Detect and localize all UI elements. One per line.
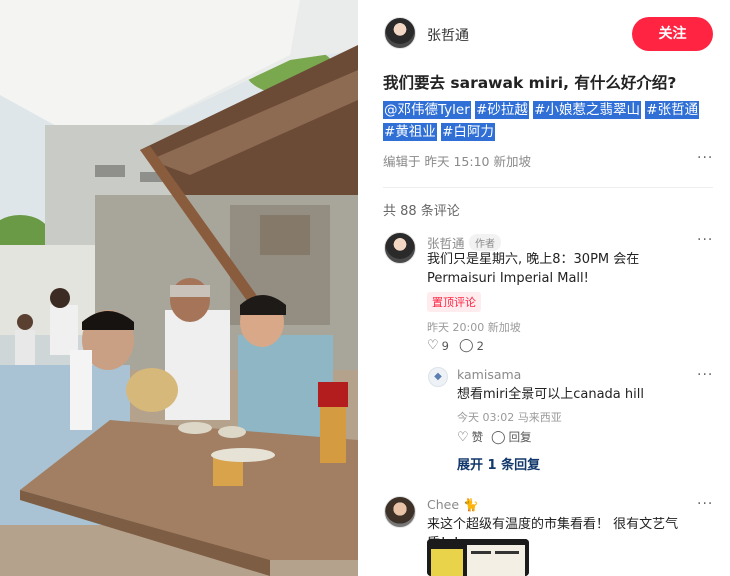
- pinned-badge: 置顶评论: [427, 292, 481, 312]
- reply-button[interactable]: ◯ 2: [459, 338, 484, 353]
- author-badge: 作者: [469, 234, 501, 251]
- tag-mention-tyler[interactable]: @邓伟德Tyler: [383, 101, 471, 119]
- reply-text: 想看miri全景可以上canada hill: [457, 387, 644, 402]
- comment-more-icon[interactable]: ···: [697, 496, 713, 512]
- post-photo[interactable]: [0, 0, 358, 576]
- diamond-avatar-icon[interactable]: ◆: [428, 367, 448, 387]
- post-header: 张哲通 关注: [358, 0, 730, 66]
- comment-text: 我们只是星期六, 晚上8：30PM 会在 Permaisuri Imperial…: [427, 252, 640, 286]
- comment-avatar[interactable]: [384, 232, 416, 264]
- reply-count: 2: [476, 338, 484, 353]
- comment-bubble-icon: ◯: [459, 338, 474, 353]
- reply-time: 今天 03:02 马来西亚: [457, 411, 562, 424]
- divider: [383, 187, 713, 188]
- heart-icon: ♡: [427, 338, 439, 353]
- reply-reply-label: 回复: [508, 430, 532, 444]
- comment-author-name[interactable]: Chee 🐈: [427, 497, 479, 513]
- tag-show[interactable]: #小娘惹之翡翠山: [533, 101, 641, 119]
- photo-illustration: [0, 0, 358, 576]
- heart-icon: ♡: [457, 429, 469, 445]
- author-avatar[interactable]: [384, 17, 416, 49]
- thumbnail-illustration: [427, 539, 529, 576]
- comment-time: 昨天 20:00 新加坡: [427, 321, 521, 334]
- reply-like-button[interactable]: ♡ 赞: [457, 429, 483, 445]
- reply-like-label: 赞: [471, 430, 484, 444]
- reply-more-icon[interactable]: ···: [697, 367, 713, 383]
- tag-author[interactable]: #张哲通: [645, 101, 700, 119]
- tag-actor-huang[interactable]: #黄祖业: [383, 123, 437, 141]
- post-edited-time: 编辑于 昨天 15:10 新加坡: [383, 154, 531, 169]
- post-title: 我们要去 sarawak miri, 有什么好介绍?: [383, 74, 677, 92]
- expand-replies-link[interactable]: 展开 1 条回复: [457, 454, 540, 473]
- like-button[interactable]: ♡ 9: [427, 338, 449, 353]
- reply-reply-button[interactable]: ◯ 回复: [491, 429, 532, 445]
- follow-button[interactable]: 关注: [632, 17, 713, 51]
- like-count: 9: [441, 338, 449, 353]
- comment-image-thumbnail[interactable]: [427, 539, 529, 576]
- post-detail-pane: 张哲通 关注 我们要去 sarawak miri, 有什么好介绍? @邓伟德Ty…: [358, 0, 730, 576]
- comment-bubble-icon: ◯: [491, 429, 506, 445]
- reply-author-name[interactable]: kamisama: [457, 367, 521, 382]
- author-name[interactable]: 张哲通: [427, 25, 469, 45]
- tag-actor-bai[interactable]: #白阿力: [441, 123, 495, 141]
- comment-avatar[interactable]: [384, 496, 416, 528]
- post-tags: @邓伟德Tyler #砂拉越 #小娘惹之翡翠山 #张哲通 #黄祖业 #白阿力: [383, 99, 713, 143]
- tag-sarawak[interactable]: #砂拉越: [475, 101, 529, 119]
- comment-more-icon[interactable]: ···: [697, 232, 713, 248]
- comment-count: 共 88 条评论: [383, 204, 460, 219]
- post-more-icon[interactable]: ···: [697, 150, 713, 166]
